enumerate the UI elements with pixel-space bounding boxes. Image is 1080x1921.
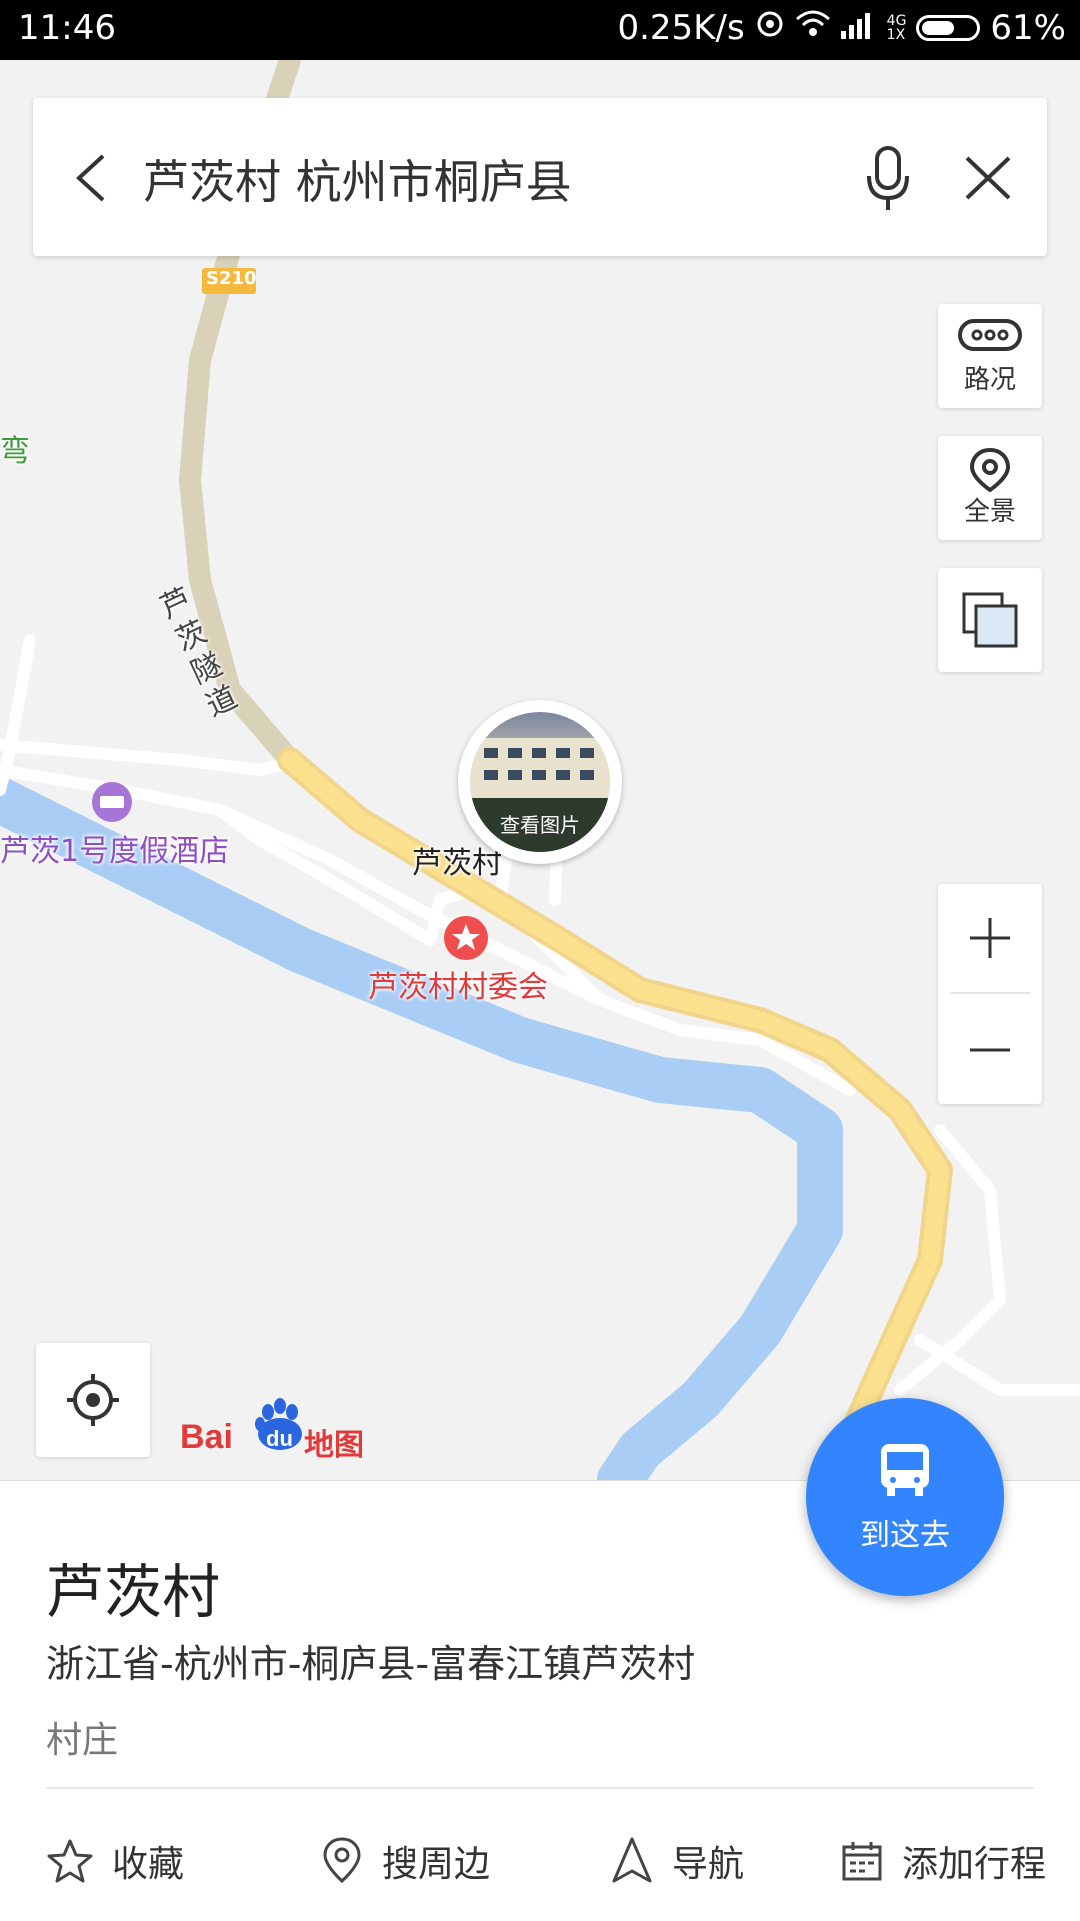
calendar-icon [842, 1842, 882, 1881]
search-bar[interactable]: 芦茨村 杭州市桐庐县 [33, 98, 1047, 256]
place-address: 浙江省-杭州市-桐庐县-富春江镇芦茨村 [46, 1642, 696, 1686]
status-time: 11:46 [18, 8, 116, 48]
signal-icon [840, 8, 877, 48]
baidu-logo-du: du [266, 1426, 293, 1451]
nearby-button[interactable]: 搜周边 [320, 1831, 490, 1891]
committee-label[interactable]: 芦茨村村委会 [368, 962, 548, 1006]
hotel-label[interactable]: 芦茨1号度假酒店 [0, 826, 229, 870]
network-type-bottom: 1X [886, 27, 906, 43]
zoom-in-button[interactable] [938, 884, 1042, 992]
hotspot-icon [755, 8, 785, 48]
battery-icon [916, 15, 981, 41]
battery-fill [922, 21, 955, 35]
network-type: 4G 1X [887, 14, 907, 42]
nearby-label: 搜周边 [382, 1844, 491, 1885]
battery-percent: 61% [990, 8, 1066, 48]
voice-button[interactable] [853, 138, 923, 218]
edge-label[interactable]: 弯 [0, 426, 30, 470]
traffic-button[interactable]: 路况 [938, 304, 1042, 408]
status-bar: 11:46 0.25K/s 4G 1X 61% [0, 0, 1080, 60]
zoom-out-button[interactable] [938, 994, 1042, 1104]
search-input[interactable]: 芦茨村 杭州市桐庐县 [143, 146, 572, 212]
location-pin-icon [323, 1837, 361, 1884]
photo-caption: 查看图片 [500, 813, 580, 837]
chevron-left-icon [76, 154, 105, 202]
favorite-button[interactable]: 收藏 [46, 1831, 184, 1891]
status-indicators: 0.25K/s 4G 1X 61% [617, 8, 1066, 48]
road-badge: S210 [206, 268, 257, 289]
microphone-icon [867, 146, 909, 210]
navigation-arrow-icon [612, 1837, 652, 1883]
clear-button[interactable] [953, 138, 1023, 218]
traffic-label: 路况 [963, 365, 1016, 395]
navigate-label: 导航 [672, 1844, 745, 1885]
highway-s210 [277, 747, 953, 1480]
baidu-logo: Bai du 地图 [180, 1398, 370, 1463]
network-type-top: 4G [886, 13, 907, 29]
place-type: 村庄 [46, 1720, 119, 1761]
layers-button[interactable] [938, 568, 1042, 672]
location-pin-icon [969, 447, 1011, 493]
navigate-button[interactable]: 导航 [610, 1831, 744, 1891]
photo-pin[interactable]: 查看图片 [458, 700, 622, 864]
go-here-button[interactable]: 到这去 [806, 1398, 1004, 1596]
bus-icon [881, 1444, 929, 1496]
panorama-label: 全景 [963, 497, 1016, 527]
layers-icon [962, 592, 1018, 648]
favorite-label: 收藏 [112, 1844, 185, 1885]
add-trip-label: 添加行程 [902, 1844, 1047, 1885]
close-icon [965, 156, 1011, 200]
star-icon [47, 1839, 93, 1883]
map-view[interactable]: S210 芦茨隧道 弯 芦茨村 芦茨1号度假酒店 芦茨村村委会 查看图片 Bai… [0, 60, 1080, 1480]
zoom-controls [938, 884, 1042, 1104]
panorama-button[interactable]: 全景 [938, 436, 1042, 540]
panel-divider [46, 1787, 1034, 1789]
minus-icon [970, 1048, 1010, 1052]
photo-thumbnail: 查看图片 [470, 712, 610, 852]
place-name: 芦茨村 [46, 1558, 221, 1626]
traffic-icon [958, 319, 1022, 351]
go-here-label: 到这去 [860, 1518, 950, 1553]
add-trip-button[interactable]: 添加行程 [840, 1831, 1046, 1891]
network-speed: 0.25K/s [617, 8, 745, 48]
plus-icon [970, 918, 1010, 958]
baidu-logo-map: 地图 [304, 1428, 364, 1463]
wifi-icon [795, 8, 831, 48]
baidu-logo-bai: Bai [180, 1418, 233, 1456]
crosshair-icon [67, 1374, 119, 1426]
back-button[interactable] [63, 138, 123, 218]
locate-me-button[interactable] [36, 1343, 150, 1457]
